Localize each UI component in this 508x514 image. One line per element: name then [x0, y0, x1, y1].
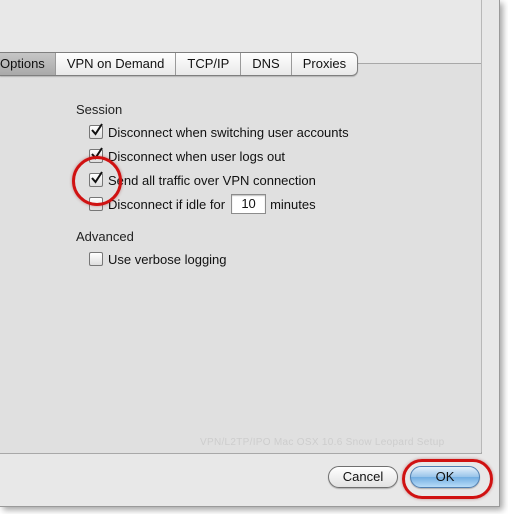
network-settings-sheet: Options VPN on Demand TCP/IP DNS Proxies…	[0, 0, 500, 507]
disconnect-idle-label: Disconnect if idle for	[108, 196, 226, 212]
idle-minutes-unit: minutes	[270, 196, 316, 212]
disconnect-switching-row[interactable]: Disconnect when switching user accounts	[89, 123, 349, 141]
panel-edge	[481, 0, 482, 452]
tab-bar: Options VPN on Demand TCP/IP DNS Proxies	[0, 52, 359, 76]
advanced-heading: Advanced	[76, 229, 134, 244]
checkmark-icon	[91, 171, 103, 184]
tab-dns[interactable]: DNS	[240, 53, 290, 75]
verbose-logging-checkbox[interactable]	[89, 252, 103, 266]
disconnect-switching-label: Disconnect when switching user accounts	[108, 124, 349, 140]
disconnect-logout-label: Disconnect when user logs out	[108, 148, 286, 164]
ok-button[interactable]: OK	[410, 466, 480, 488]
verbose-logging-label: Use verbose logging	[108, 251, 227, 267]
tab-proxies[interactable]: Proxies	[290, 53, 357, 75]
tab-options[interactable]: Options	[0, 53, 55, 75]
verbose-logging-row[interactable]: Use verbose logging	[89, 250, 227, 268]
session-heading: Session	[76, 102, 123, 117]
disconnect-idle-checkbox[interactable]	[89, 197, 103, 211]
idle-minutes-input[interactable]: 10	[231, 194, 267, 214]
disconnect-switching-checkbox[interactable]	[89, 123, 103, 139]
send-all-traffic-checkbox[interactable]	[89, 171, 103, 187]
cancel-button[interactable]: Cancel	[328, 466, 398, 488]
send-all-traffic-row[interactable]: Send all traffic over VPN connection	[89, 171, 316, 189]
tab-vpn-on-demand[interactable]: VPN on Demand	[54, 53, 176, 75]
checkmark-icon	[91, 123, 103, 136]
disconnect-logout-checkbox[interactable]	[89, 147, 103, 163]
options-panel	[0, 63, 482, 454]
disconnect-logout-row[interactable]: Disconnect when user logs out	[89, 147, 285, 165]
disconnect-idle-row[interactable]: Disconnect if idle for 10 minutes	[89, 194, 316, 214]
send-all-traffic-label: Send all traffic over VPN connection	[108, 172, 316, 188]
watermark-text: VPN/L2TP/IPO Mac OSX 10.6 Snow Leopard S…	[200, 437, 445, 448]
tab-tcp-ip[interactable]: TCP/IP	[175, 53, 240, 75]
checkmark-icon	[91, 147, 103, 160]
